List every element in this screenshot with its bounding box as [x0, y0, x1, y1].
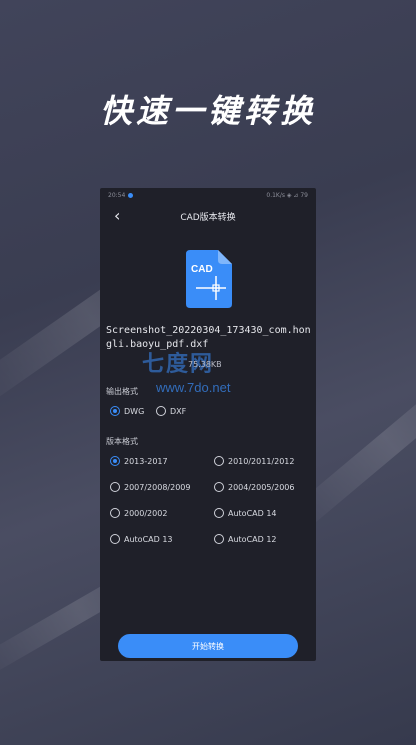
start-convert-button[interactable]: 开始转换: [118, 634, 298, 658]
radio-unselected-icon: [214, 482, 224, 492]
version-option-2007-2009[interactable]: 2007/2008/2009: [110, 482, 190, 492]
option-label: AutoCAD 12: [228, 534, 277, 544]
radio-unselected-icon: [110, 482, 120, 492]
radio-selected-icon: [110, 456, 120, 466]
status-indicators: 0.1K/s ◈ ⊿ 79: [266, 191, 308, 199]
status-bar: 20:54 0.1K/s ◈ ⊿ 79: [100, 188, 316, 202]
radio-unselected-icon: [110, 508, 120, 518]
file-size: 75.38KB: [188, 360, 222, 369]
phone-screen: 20:54 0.1K/s ◈ ⊿ 79 ‹ CAD版本转换 CAD Screen…: [100, 188, 316, 661]
version-format-label: 版本格式: [106, 437, 138, 446]
option-label: DWG: [124, 406, 145, 416]
cad-file-icon: CAD: [186, 250, 232, 308]
option-label: AutoCAD 13: [124, 534, 173, 544]
option-label: 2004/2005/2006: [228, 482, 295, 492]
file-icon-label: CAD: [191, 264, 213, 275]
option-label: 2013-2017: [124, 456, 168, 466]
radio-selected-icon: [110, 406, 120, 416]
notification-dot-icon: [128, 192, 134, 198]
output-option-dwg[interactable]: DWG: [110, 406, 144, 416]
page-title: CAD版本转换: [180, 212, 236, 223]
output-format-label: 输出格式: [106, 387, 138, 396]
version-option-2004-2006[interactable]: 2004/2005/2006: [214, 482, 294, 492]
version-option-autocad-13[interactable]: AutoCAD 13: [110, 534, 173, 544]
version-option-autocad-12[interactable]: AutoCAD 12: [214, 534, 277, 544]
version-option-2010-2012[interactable]: 2010/2011/2012: [214, 456, 294, 466]
status-time: 20:54: [108, 191, 126, 199]
radio-unselected-icon: [214, 534, 224, 544]
version-option-autocad-14[interactable]: AutoCAD 14: [214, 508, 277, 518]
promo-headline: 快速一键转换: [99, 92, 316, 130]
watermark-url: www.7do.net: [156, 380, 231, 395]
radio-unselected-icon: [214, 508, 224, 518]
radio-unselected-icon: [110, 534, 120, 544]
radio-unselected-icon: [214, 456, 224, 466]
back-arrow-icon[interactable]: ‹: [114, 206, 120, 225]
option-label: 2007/2008/2009: [124, 482, 191, 492]
output-option-dxf[interactable]: DXF: [156, 406, 186, 416]
option-label: 2000/2002: [124, 508, 168, 518]
option-label: DXF: [170, 406, 187, 416]
nav-bar: ‹ CAD版本转换: [100, 202, 316, 230]
option-label: AutoCAD 14: [228, 508, 277, 518]
option-label: 2010/2011/2012: [228, 456, 295, 466]
version-option-2000-2002[interactable]: 2000/2002: [110, 508, 167, 518]
radio-unselected-icon: [156, 406, 166, 416]
version-option-2013-2017[interactable]: 2013-2017: [110, 456, 168, 466]
